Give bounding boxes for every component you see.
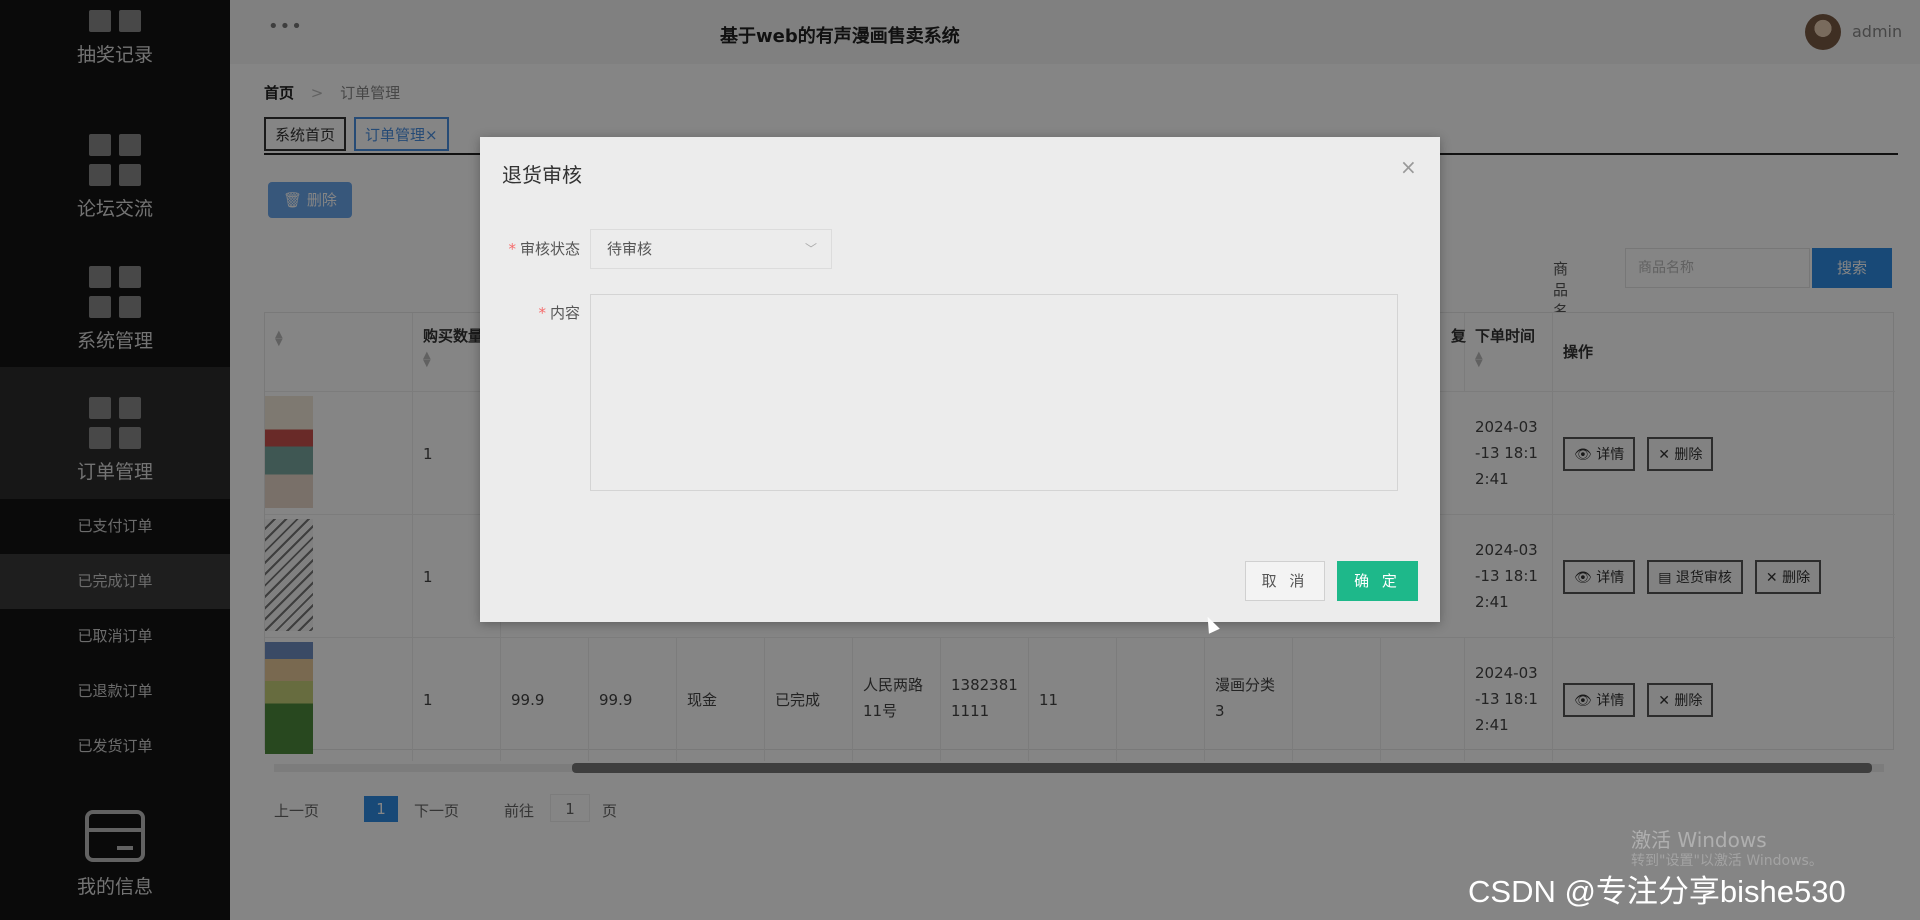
required-mark: * (508, 240, 516, 258)
select-value: 待审核 (607, 240, 653, 258)
csdn-watermark: CSDN @专注分享bishe530 (1468, 874, 1846, 909)
chevron-down-icon: ﹀ (804, 242, 817, 256)
return-review-dialog: 退货审核 × * 审核状态 待审核 ﹀ * 内容 取 消 确 定 (480, 137, 1440, 622)
confirm-button[interactable]: 确 定 (1337, 561, 1418, 601)
cancel-button[interactable]: 取 消 (1245, 561, 1325, 601)
review-status-select[interactable]: 待审核 ﹀ (590, 229, 832, 269)
windows-activation-watermark: 激活 Windows (1631, 828, 1767, 852)
dialog-title: 退货审核 (502, 163, 582, 187)
label-text: 审核状态 (519, 240, 580, 258)
content-textarea[interactable] (590, 294, 1398, 491)
status-field-label: * 审核状态 (490, 238, 580, 259)
content-field-label: * 内容 (490, 302, 580, 323)
required-mark: * (538, 304, 546, 322)
close-icon[interactable]: × (1400, 155, 1417, 179)
label-text: 内容 (549, 304, 580, 322)
